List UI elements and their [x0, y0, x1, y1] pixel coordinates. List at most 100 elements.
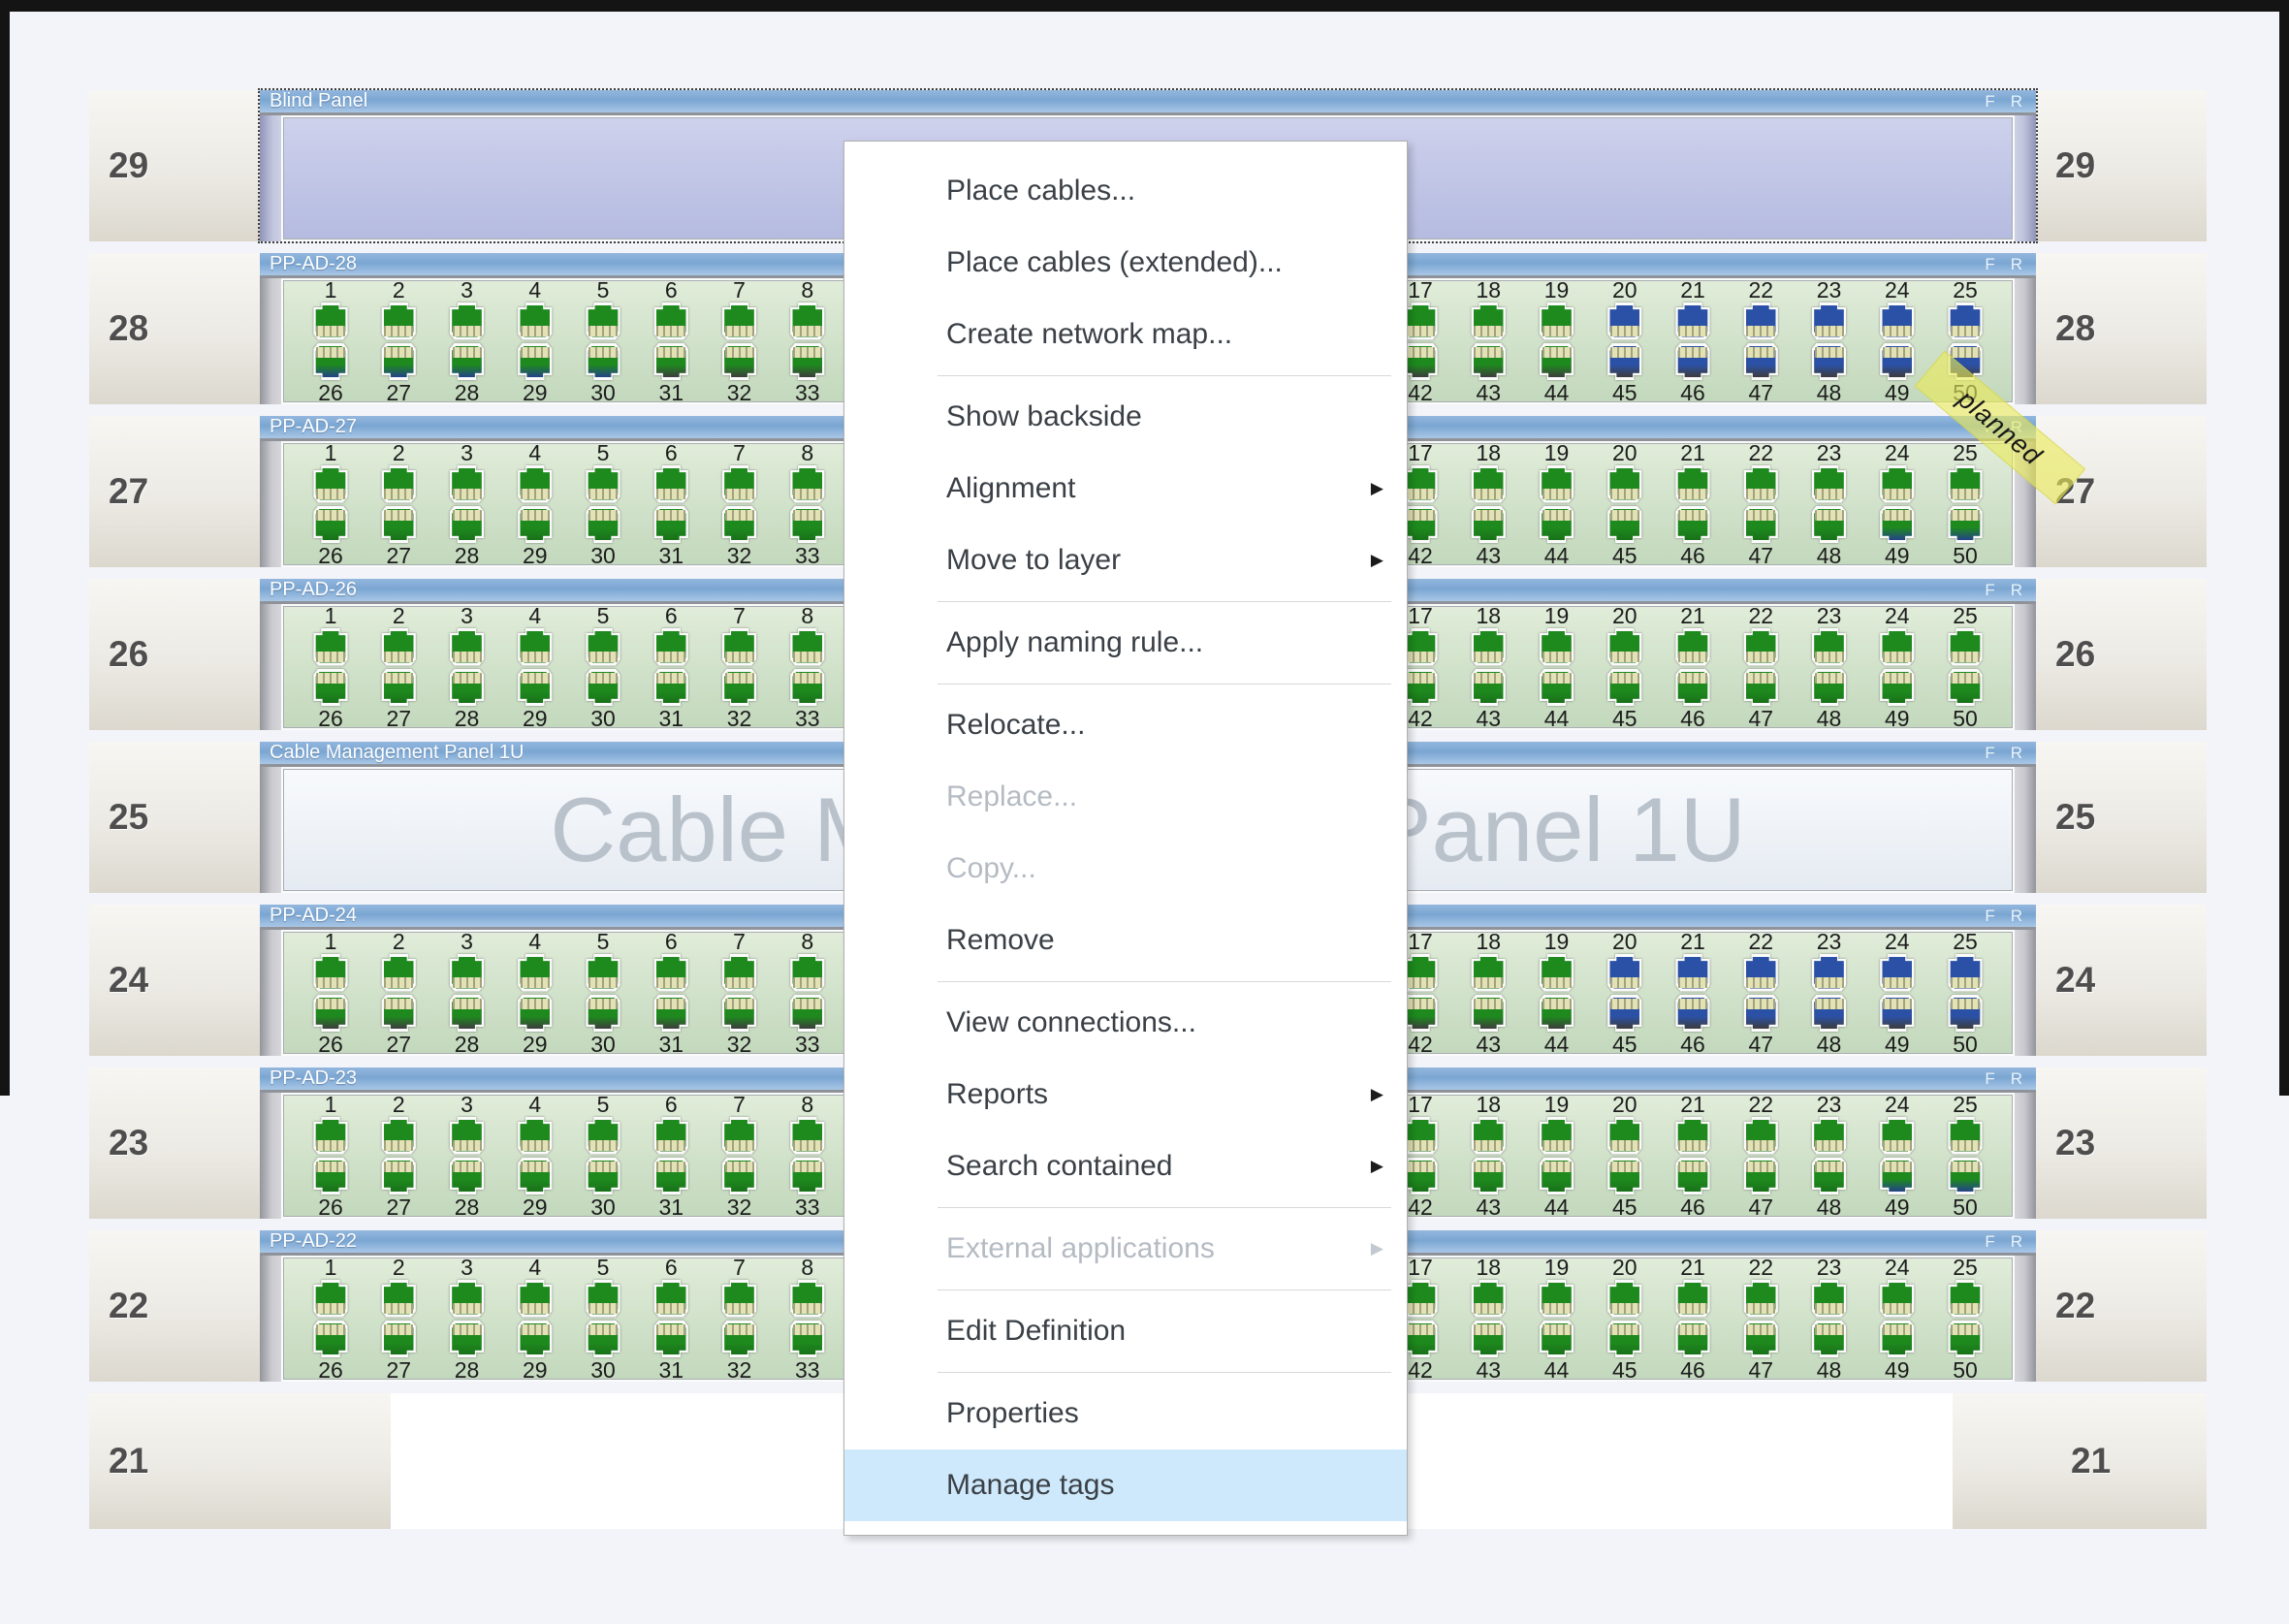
port[interactable]	[1671, 954, 1714, 992]
port[interactable]	[1876, 954, 1919, 992]
port[interactable]	[650, 1117, 692, 1155]
menu-item-relocate[interactable]: Relocate...	[844, 689, 1407, 761]
port[interactable]	[1671, 628, 1714, 666]
port[interactable]	[718, 1158, 761, 1195]
port[interactable]	[446, 465, 489, 503]
port[interactable]	[786, 303, 829, 340]
menu-item-place-cables-extended[interactable]: Place cables (extended)...	[844, 227, 1407, 299]
port[interactable]	[582, 954, 624, 992]
port[interactable]	[446, 343, 489, 381]
port[interactable]	[650, 954, 692, 992]
port[interactable]	[309, 506, 352, 544]
port[interactable]	[1671, 1158, 1714, 1195]
port[interactable]	[1671, 465, 1714, 503]
port[interactable]	[309, 465, 352, 503]
port[interactable]	[582, 669, 624, 707]
port[interactable]	[1876, 669, 1919, 707]
port[interactable]	[514, 1280, 556, 1318]
port[interactable]	[1808, 995, 1851, 1033]
port[interactable]	[718, 669, 761, 707]
port[interactable]	[582, 465, 624, 503]
rear-view-toggle[interactable]: R	[2011, 907, 2022, 926]
port[interactable]	[514, 303, 556, 340]
port[interactable]	[718, 1117, 761, 1155]
port[interactable]	[1876, 506, 1919, 544]
port[interactable]	[309, 303, 352, 340]
menu-item-view-connections[interactable]: View connections...	[844, 987, 1407, 1059]
port[interactable]	[582, 628, 624, 666]
port[interactable]	[1536, 995, 1578, 1033]
port[interactable]	[650, 628, 692, 666]
port[interactable]	[1944, 1280, 1987, 1318]
port[interactable]	[309, 954, 352, 992]
port[interactable]	[1671, 1321, 1714, 1358]
port[interactable]	[514, 954, 556, 992]
port[interactable]	[1671, 506, 1714, 544]
port[interactable]	[582, 1321, 624, 1358]
port[interactable]	[1604, 343, 1646, 381]
port[interactable]	[1944, 506, 1987, 544]
port[interactable]	[446, 628, 489, 666]
port[interactable]	[514, 343, 556, 381]
port[interactable]	[1604, 1321, 1646, 1358]
port[interactable]	[582, 1280, 624, 1318]
port[interactable]	[1604, 1117, 1646, 1155]
port[interactable]	[1604, 628, 1646, 666]
port[interactable]	[1876, 628, 1919, 666]
port[interactable]	[650, 1321, 692, 1358]
port[interactable]	[1808, 506, 1851, 544]
port[interactable]	[377, 628, 420, 666]
port[interactable]	[650, 995, 692, 1033]
port[interactable]	[1739, 343, 1782, 381]
port[interactable]	[1604, 995, 1646, 1033]
port[interactable]	[1467, 995, 1510, 1033]
port[interactable]	[1536, 1158, 1578, 1195]
port[interactable]	[514, 669, 556, 707]
port[interactable]	[1536, 303, 1578, 340]
port[interactable]	[1739, 669, 1782, 707]
port[interactable]	[786, 1280, 829, 1318]
port[interactable]	[1467, 669, 1510, 707]
port[interactable]	[1604, 506, 1646, 544]
port[interactable]	[1944, 954, 1987, 992]
port[interactable]	[718, 954, 761, 992]
port[interactable]	[786, 1321, 829, 1358]
port[interactable]	[582, 303, 624, 340]
port[interactable]	[1808, 628, 1851, 666]
port[interactable]	[1671, 343, 1714, 381]
port[interactable]	[1739, 1158, 1782, 1195]
port[interactable]	[1739, 1117, 1782, 1155]
port[interactable]	[514, 506, 556, 544]
front-view-toggle[interactable]: F	[1985, 92, 1994, 111]
port[interactable]	[1671, 1280, 1714, 1318]
port[interactable]	[446, 1158, 489, 1195]
port[interactable]	[309, 669, 352, 707]
rear-view-toggle[interactable]: R	[2011, 1069, 2022, 1089]
front-view-toggle[interactable]: F	[1985, 1069, 1994, 1089]
port[interactable]	[786, 628, 829, 666]
port[interactable]	[1536, 669, 1578, 707]
port[interactable]	[650, 343, 692, 381]
menu-item-create-network-map[interactable]: Create network map...	[844, 299, 1407, 370]
port[interactable]	[718, 343, 761, 381]
menu-item-edit-definition[interactable]: Edit Definition	[844, 1295, 1407, 1367]
port[interactable]	[446, 669, 489, 707]
menu-item-properties[interactable]: Properties	[844, 1378, 1407, 1449]
port[interactable]	[582, 343, 624, 381]
port[interactable]	[786, 1117, 829, 1155]
port[interactable]	[718, 303, 761, 340]
port[interactable]	[1808, 1280, 1851, 1318]
port[interactable]	[309, 628, 352, 666]
port[interactable]	[1671, 995, 1714, 1033]
port[interactable]	[514, 628, 556, 666]
menu-item-replace[interactable]: Replace...	[844, 761, 1407, 833]
port[interactable]	[786, 669, 829, 707]
port[interactable]	[1808, 303, 1851, 340]
port[interactable]	[1739, 1280, 1782, 1318]
port[interactable]	[1739, 465, 1782, 503]
port[interactable]	[377, 343, 420, 381]
port[interactable]	[786, 506, 829, 544]
menu-item-external-applications[interactable]: External applications▶	[844, 1213, 1407, 1285]
menu-item-show-backside[interactable]: Show backside	[844, 381, 1407, 453]
port[interactable]	[718, 995, 761, 1033]
